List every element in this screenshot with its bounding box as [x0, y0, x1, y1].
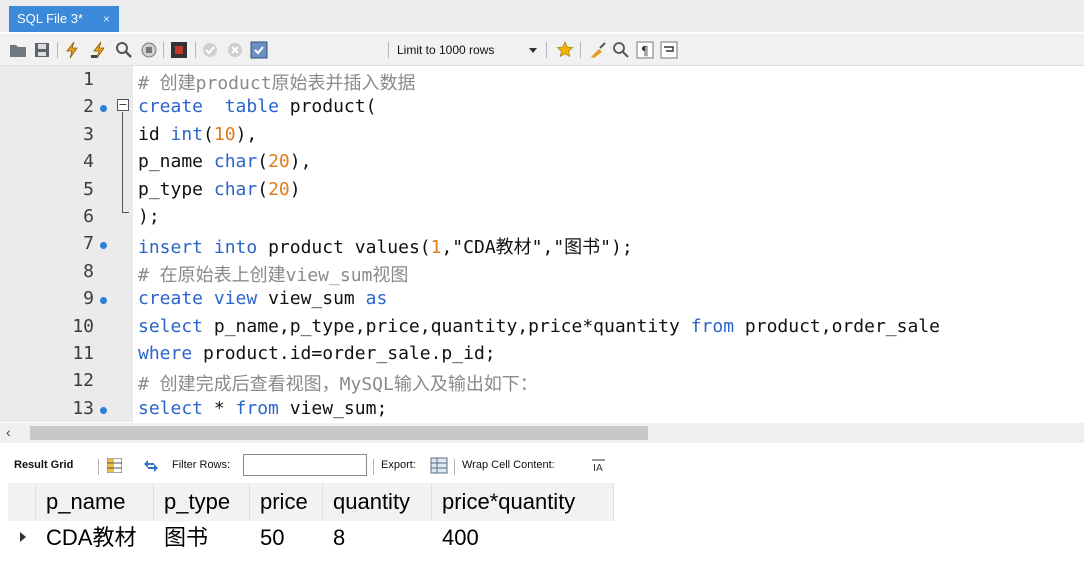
- code-line[interactable]: where product.id=order_sale.p_id;: [138, 343, 496, 364]
- limit-rows-select[interactable]: Limit to 1000 rows: [397, 43, 494, 57]
- wrap-cell-icon[interactable]: IA: [591, 458, 606, 473]
- invisible-chars-icon[interactable]: ¶: [636, 41, 654, 59]
- result-toolbar: Result Grid Filter Rows: Export: Wrap Ce…: [0, 452, 1084, 480]
- open-folder-icon[interactable]: [9, 41, 27, 59]
- column-header[interactable]: p_type: [154, 483, 250, 521]
- tab-sql-file-3[interactable]: SQL File 3* ×: [9, 6, 119, 32]
- line-number: 3: [83, 123, 94, 145]
- export-label: Export:: [381, 459, 416, 471]
- result-grid-tab[interactable]: Result Grid: [14, 459, 73, 471]
- code-line[interactable]: p_type char(20): [138, 179, 301, 200]
- line-number: 12: [72, 370, 94, 392]
- svg-text:¶: ¶: [641, 44, 649, 58]
- execute-lightning-icon[interactable]: [63, 41, 81, 59]
- line-number: 7: [83, 233, 94, 255]
- find-icon[interactable]: [612, 41, 630, 59]
- filter-rows-input[interactable]: [243, 454, 367, 476]
- fold-guide: [122, 112, 123, 212]
- line-number: 9: [83, 288, 94, 310]
- execute-current-icon[interactable]: [90, 41, 108, 59]
- code-line[interactable]: # 在原始表上创建view_sum视图: [138, 261, 408, 287]
- close-tab-icon[interactable]: ×: [103, 6, 110, 32]
- explain-magnifier-icon[interactable]: [115, 41, 133, 59]
- line-number: 5: [83, 178, 94, 200]
- column-header[interactable]: price: [250, 483, 323, 521]
- scrollbar-thumb[interactable]: [30, 426, 648, 440]
- autocommit-icon[interactable]: [250, 41, 268, 59]
- editor-toolbar: Limit to 1000 rows ¶: [0, 34, 1084, 66]
- code-line[interactable]: create view view_sum as: [138, 288, 387, 309]
- table-cell[interactable]: 50: [250, 521, 323, 555]
- code-line[interactable]: );: [138, 206, 160, 227]
- toggle-continue-icon[interactable]: [170, 41, 188, 59]
- column-header[interactable]: quantity: [323, 483, 432, 521]
- rollback-icon[interactable]: [226, 41, 244, 59]
- horizontal-scrollbar[interactable]: ‹: [0, 423, 1084, 443]
- line-number: 1: [83, 69, 94, 90]
- line-number: 10: [72, 315, 94, 337]
- code-line[interactable]: select * from view_sum;: [138, 398, 387, 419]
- stop-icon[interactable]: [140, 41, 158, 59]
- line-number: 11: [72, 343, 94, 364]
- scroll-left-icon[interactable]: ‹: [6, 424, 11, 440]
- code-line[interactable]: # 创建product原始表并插入数据: [138, 69, 416, 95]
- commit-icon[interactable]: [201, 41, 219, 59]
- column-header[interactable]: price*quantity: [432, 483, 614, 521]
- line-number: 4: [83, 151, 94, 173]
- fold-guide-end: [122, 212, 129, 213]
- grid-view-icon[interactable]: [107, 458, 122, 473]
- row-header-corner: [8, 483, 36, 521]
- sql-editor[interactable]: 1 2 3 4 5 6 7 8 9 10 11 12 13 # 创建product原始表并插入数据 crea…: [0, 66, 1084, 422]
- wrap-cell-label: Wrap Cell Content:: [462, 459, 555, 471]
- line-number: 2: [83, 96, 94, 118]
- refresh-arrows-icon[interactable]: [143, 459, 159, 473]
- export-icon[interactable]: [430, 457, 448, 474]
- code-line[interactable]: create table product(: [138, 96, 376, 117]
- column-header[interactable]: p_name: [36, 483, 154, 521]
- code-line[interactable]: p_name char(20),: [138, 151, 311, 172]
- line-number: 13: [72, 397, 94, 419]
- chevron-down-icon[interactable]: [529, 48, 537, 53]
- table-cell[interactable]: CDA教材: [36, 521, 154, 555]
- fold-collapse-icon[interactable]: −: [117, 99, 129, 111]
- tab-title: SQL File 3*: [17, 11, 83, 26]
- svg-text:IA: IA: [593, 463, 603, 473]
- add-snippet-star-icon[interactable]: [556, 41, 574, 59]
- save-icon[interactable]: [33, 41, 51, 59]
- current-row-marker-icon: [20, 532, 26, 542]
- code-line[interactable]: id int(10),: [138, 124, 257, 145]
- code-line[interactable]: # 创建完成后查看视图，MySQL输入及输出如下：: [138, 370, 538, 396]
- statement-marker-icon: [100, 406, 107, 414]
- beautify-broom-icon[interactable]: [589, 41, 607, 59]
- filter-rows-label: Filter Rows:: [172, 459, 231, 471]
- table-cell[interactable]: 图书: [154, 521, 250, 555]
- code-line[interactable]: select p_name,p_type,price,quantity,pric…: [138, 316, 940, 337]
- table-cell[interactable]: 400: [432, 521, 614, 555]
- tab-bar: SQL File 3* ×: [0, 0, 1084, 32]
- code-line[interactable]: insert into product values(1,"CDA教材","图书…: [138, 233, 633, 259]
- table-cell[interactable]: 8: [323, 521, 432, 555]
- wrap-lines-icon[interactable]: [660, 41, 678, 59]
- line-number: 8: [83, 260, 94, 282]
- line-number: 6: [83, 206, 94, 227]
